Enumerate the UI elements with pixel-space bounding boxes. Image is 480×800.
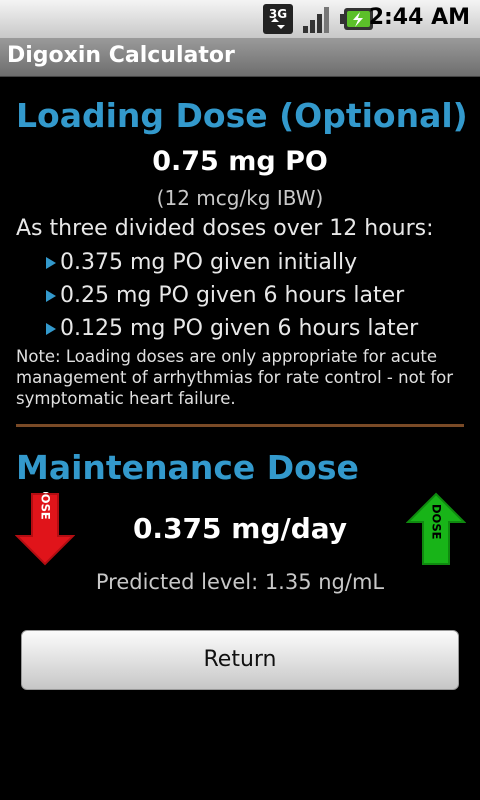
up-arrow-label: DOSE — [430, 504, 444, 540]
status-bar: 3G 2:44 AM — [0, 0, 480, 38]
bullet-arrow-icon — [46, 289, 56, 302]
app-title: Digoxin Calculator — [7, 43, 235, 68]
section-divider — [16, 424, 464, 427]
list-item-text: 0.125 mg PO given 6 hours later — [60, 316, 419, 341]
signal-icon — [303, 7, 329, 33]
bullet-arrow-icon — [46, 256, 56, 269]
loading-dose-value: 0.75 mg PO — [152, 146, 328, 177]
list-item-text: 0.25 mg PO given 6 hours later — [60, 283, 405, 308]
bullet-arrow-icon — [46, 322, 56, 335]
list-item: 0.375 mg PO given initially — [46, 250, 357, 275]
maintenance-dose-heading: Maintenance Dose — [16, 448, 359, 487]
list-item: 0.25 mg PO given 6 hours later — [46, 283, 404, 308]
loading-dose-sub: (12 mcg/kg IBW) — [156, 186, 324, 210]
title-bar: Digoxin Calculator — [0, 38, 480, 77]
svg-text:3G: 3G — [269, 7, 287, 21]
list-item: 0.125 mg PO given 6 hours later — [46, 316, 418, 341]
loading-dose-heading: Loading Dose (Optional) — [16, 96, 468, 135]
return-button[interactable]: Return — [21, 630, 459, 690]
loading-dose-note: Note: Loading doses are only appropriate… — [16, 347, 454, 408]
status-time: 2:44 AM — [368, 5, 470, 30]
list-item-text: 0.375 mg PO given initially — [60, 250, 358, 275]
divided-doses-label: As three divided doses over 12 hours: — [16, 216, 434, 241]
3g-data-icon: 3G — [263, 4, 293, 34]
increase-dose-arrow-icon[interactable]: DOSE — [406, 492, 466, 566]
predicted-level: Predicted level: 1.35 ng/mL — [95, 570, 385, 594]
